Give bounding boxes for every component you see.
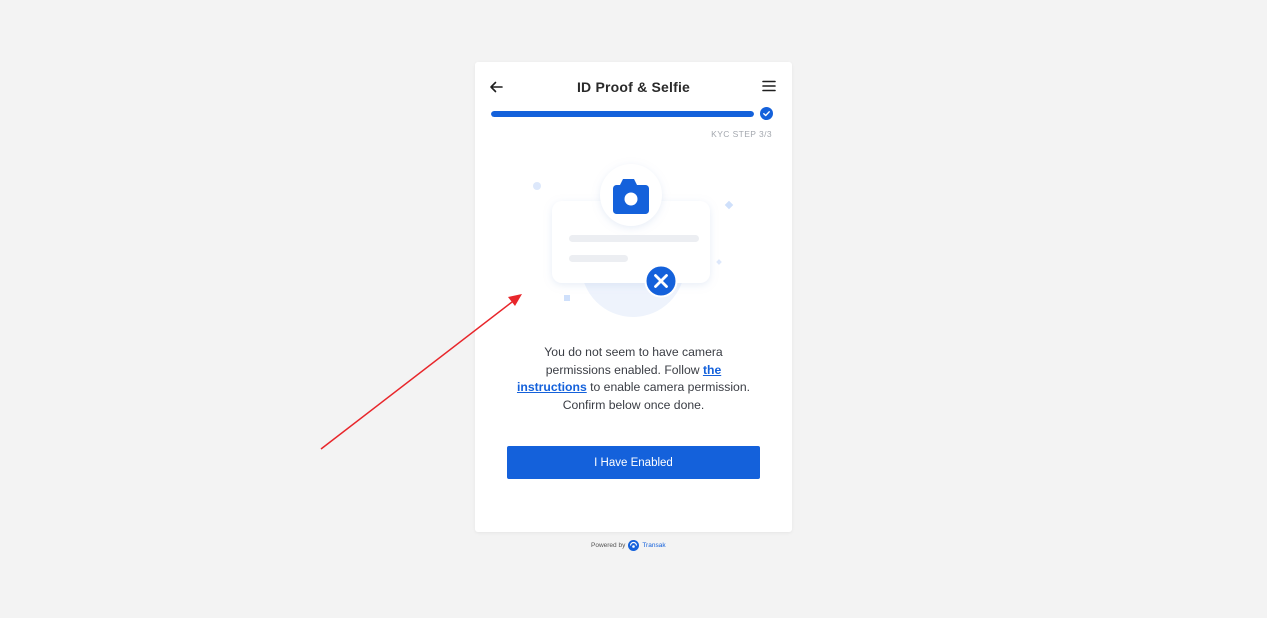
powered-by-label: Powered by <box>591 541 626 549</box>
progress-fill <box>491 111 754 117</box>
progress-bar <box>491 111 754 117</box>
message-text-before: You do not seem to have camera permissio… <box>544 345 723 377</box>
sparkle-diamond-small <box>716 259 722 265</box>
kyc-card: ID Proof & Selfie KYC STEP 3/3 You do no… <box>475 62 792 532</box>
x-circle-icon <box>644 264 678 298</box>
permission-message: You do not seem to have camera permissio… <box>511 344 756 414</box>
sparkle-dot <box>533 182 541 190</box>
i-have-enabled-button[interactable]: I Have Enabled <box>507 446 760 479</box>
id-card-line-long <box>569 235 699 242</box>
sparkle-square <box>564 295 570 301</box>
transak-logo-icon <box>628 539 640 551</box>
id-card-line-short <box>569 255 628 262</box>
hamburger-menu-icon[interactable] <box>762 79 776 93</box>
page-title: ID Proof & Selfie <box>576 79 691 95</box>
camera-permission-illustration <box>533 164 734 317</box>
kyc-step-label: KYC STEP 3/3 <box>711 129 772 139</box>
powered-by-footer: Powered by Transak <box>591 538 666 552</box>
header: ID Proof & Selfie <box>475 62 792 114</box>
message-text-after: to enable camera permission. Confirm bel… <box>562 380 750 412</box>
sparkle-diamond <box>724 200 734 210</box>
check-circle-icon <box>760 107 773 120</box>
transak-brand-link[interactable]: Transak <box>642 542 665 549</box>
